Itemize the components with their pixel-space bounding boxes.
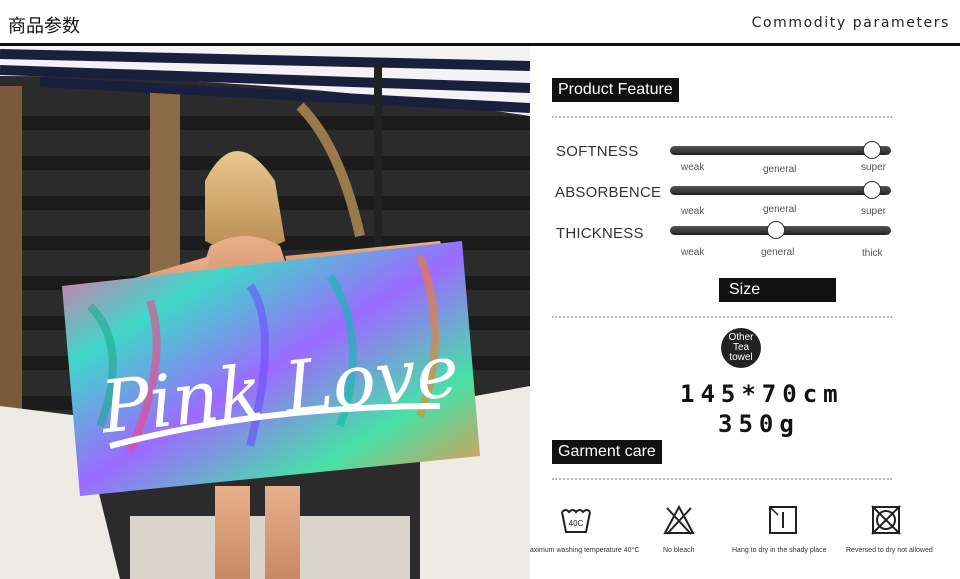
tick-general: general (763, 204, 797, 215)
tick-general: general (763, 164, 797, 175)
softness-knob (863, 141, 881, 159)
size-heading: Size (719, 278, 836, 302)
product-photo: Pink Love (0, 46, 530, 579)
absorbence-knob (863, 181, 881, 199)
thickness-knob (766, 221, 785, 239)
dry-in-shade-icon (769, 506, 797, 534)
care-label-bleach: No bleach (663, 547, 695, 554)
tick-weak: weak (681, 206, 705, 217)
no-tumble-dry-icon (871, 505, 901, 535)
param-label-absorbence: ABSORBENCE (555, 184, 662, 201)
tick-super: super (861, 206, 887, 217)
header-title-cn: 商品参数 (8, 16, 80, 37)
param-label-softness: SOFTNESS (556, 143, 639, 160)
care-label-shade: Hang to dry in the shady place (732, 547, 827, 554)
care-label-dry: Reversed to dry not allowed (846, 547, 933, 554)
divider (552, 316, 892, 318)
care-label-wash: aximum washing temperature 40°C (530, 547, 640, 554)
tick-general: general (761, 247, 795, 258)
product-feature-heading: Product Feature (552, 78, 679, 102)
size-dimensions: 145*70cm (680, 380, 844, 408)
wash-40-icon: 40C (561, 509, 591, 533)
svg-text:40C: 40C (569, 519, 584, 528)
no-bleach-icon (663, 504, 695, 535)
divider (552, 478, 892, 480)
thickness-slider (670, 221, 891, 239)
param-label-thickness: THICKNESS (556, 225, 644, 242)
beach-towel-photo: Pink Love (0, 46, 530, 579)
parameters-panel: Product Feature SOFTNESS weak general su… (530, 46, 960, 579)
page-header: 商品参数 Commodity parameters (0, 0, 960, 46)
garment-care-heading: Garment care (552, 440, 662, 464)
size-weight: 350g (718, 410, 800, 438)
absorbence-slider (670, 181, 891, 199)
tick-super: super (861, 162, 887, 173)
tick-weak: weak (681, 247, 705, 258)
towel-type-badge: Other Tea towel (721, 328, 761, 368)
divider (552, 116, 892, 118)
header-title-en: Commodity parameters (751, 15, 950, 31)
tick-thick: thick (862, 248, 883, 259)
softness-slider (670, 141, 891, 159)
tick-weak: weak (681, 162, 705, 173)
